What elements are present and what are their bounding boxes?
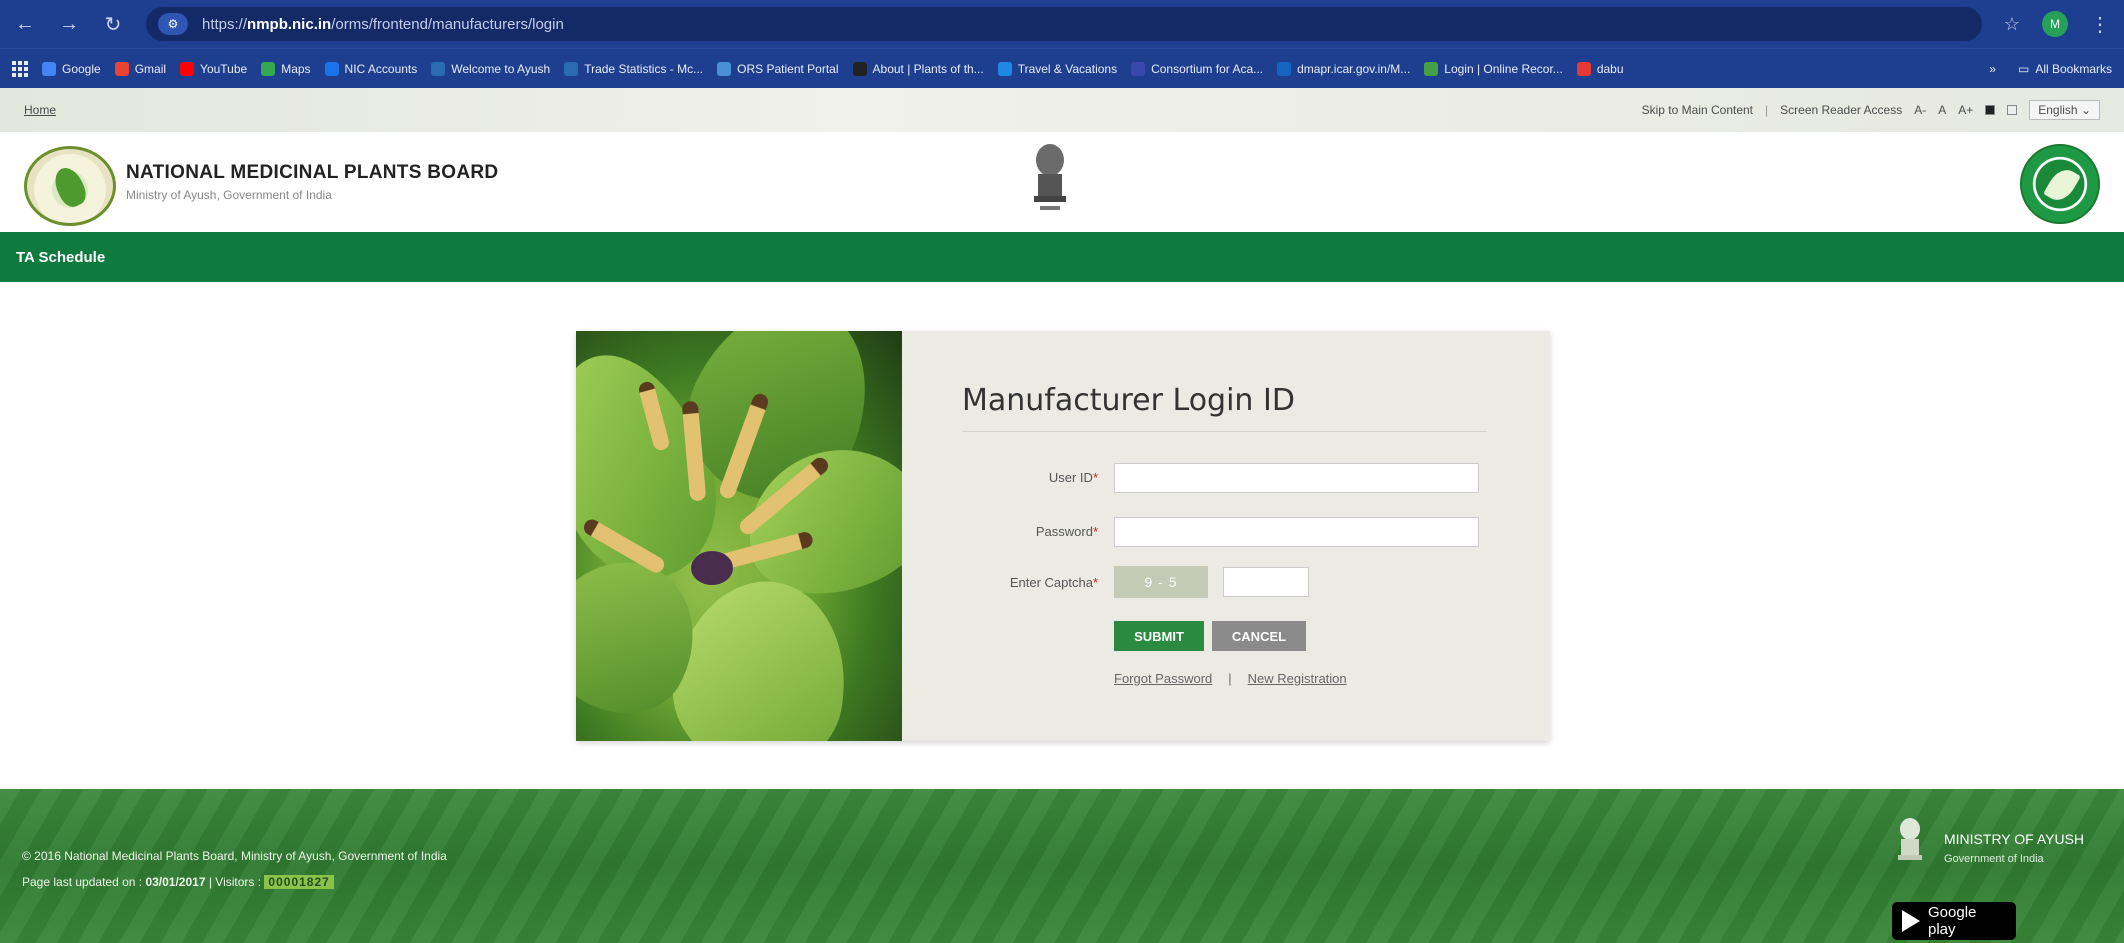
captcha-label: Enter Captcha* — [1009, 575, 1098, 590]
user-id-input[interactable] — [1114, 463, 1479, 493]
org-title: NATIONAL MEDICINAL PLANTS BOARD — [126, 162, 499, 183]
nav-ta-schedule[interactable]: TA Schedule — [16, 249, 105, 266]
browser-menu-icon[interactable]: ⋮ — [2090, 12, 2110, 37]
nic-icon — [324, 61, 339, 76]
user-id-label: User ID* — [1048, 470, 1098, 485]
screen-reader-link[interactable]: Screen Reader Access — [1780, 103, 1902, 117]
site-footer: © 2016 National Medicinal Plants Board, … — [0, 789, 2124, 943]
ayush-icon — [431, 61, 446, 76]
password-label: Password* — [1035, 524, 1098, 539]
url-text[interactable]: https://nmpb.nic.in/orms/frontend/manufa… — [202, 16, 564, 33]
bookmark-login[interactable]: Login | Online Recor... — [1424, 61, 1563, 76]
bookmark-consortium[interactable]: Consortium for Aca... — [1131, 61, 1263, 76]
apps-grid-icon[interactable] — [12, 60, 28, 77]
bookmark-plants[interactable]: About | Plants of th... — [852, 61, 984, 76]
k-icon — [852, 61, 867, 76]
skip-to-main-link[interactable]: Skip to Main Content — [1642, 103, 1753, 117]
more-bookmarks-button[interactable]: » — [1989, 62, 1996, 76]
forward-arrow-icon[interactable]: → — [58, 13, 80, 36]
forgot-password-link[interactable]: Forgot Password — [1114, 671, 1212, 686]
link-separator: | — [1228, 671, 1232, 686]
ors-icon — [717, 61, 732, 76]
login-icon — [1424, 61, 1439, 76]
ayush-logo — [2020, 144, 2100, 224]
divider: | — [1765, 103, 1769, 117]
copyright-text: © 2016 National Medicinal Plants Board, … — [22, 849, 447, 863]
bookmark-dmapr[interactable]: dmapr.icar.gov.in/M... — [1277, 61, 1410, 76]
bookmark-ors[interactable]: ORS Patient Portal — [717, 61, 839, 76]
cancel-button[interactable]: CANCEL — [1212, 621, 1306, 651]
medicinal-plant-photo — [576, 331, 902, 741]
nmpb-logo[interactable] — [24, 146, 116, 226]
last-updated-text: Page last updated on : 03/01/2017 | Visi… — [22, 875, 334, 889]
password-input[interactable] — [1114, 517, 1479, 547]
ministry-emblem-icon — [1898, 818, 1922, 860]
gmail-icon — [114, 61, 129, 76]
visitor-counter: 00001827 — [264, 875, 334, 889]
dmapr-icon — [1277, 61, 1292, 76]
captcha-input[interactable] — [1223, 567, 1309, 597]
travel-icon — [997, 61, 1012, 76]
font-normal-button[interactable]: A — [1938, 103, 1946, 117]
all-bookmarks-button[interactable]: ▭ All Bookmarks — [2018, 62, 2112, 76]
site-header: NATIONAL MEDICINAL PLANTS BOARD Ministry… — [0, 132, 2124, 232]
bookmark-google[interactable]: Google — [42, 61, 101, 76]
form-title: Manufacturer Login ID — [962, 383, 1295, 418]
bookmark-ayush[interactable]: Welcome to Ayush — [431, 61, 550, 76]
main-nav: TA Schedule — [0, 232, 2124, 282]
accessibility-strip: Home Skip to Main Content | Screen Reade… — [0, 88, 2124, 132]
language-select[interactable]: English ⌄ — [2029, 100, 2100, 120]
font-increase-button[interactable]: A+ — [1958, 103, 1973, 117]
bookmark-star-icon[interactable]: ☆ — [2004, 14, 2020, 35]
profile-avatar[interactable]: M — [2042, 11, 2068, 37]
home-link[interactable]: Home — [24, 103, 56, 117]
consortium-icon — [1131, 61, 1146, 76]
maps-icon — [261, 61, 276, 76]
bookmark-maps[interactable]: Maps — [261, 61, 311, 76]
submit-button[interactable]: SUBMIT — [1114, 621, 1204, 651]
reload-icon[interactable]: ↻ — [102, 12, 124, 37]
new-registration-link[interactable]: New Registration — [1248, 671, 1347, 686]
browser-toolbar: ← → ↻ ⚙ https://nmpb.nic.in/orms/fronten… — [0, 0, 2124, 48]
login-form: Manufacturer Login ID User ID* Password*… — [902, 331, 1550, 741]
dabu-icon — [1576, 61, 1591, 76]
title-divider — [962, 431, 1487, 432]
google-play-badge[interactable]: Google play — [1892, 902, 2016, 940]
folder-icon: ▭ — [2017, 61, 2030, 76]
font-decrease-button[interactable]: A- — [1914, 103, 1926, 117]
login-links: Forgot Password | New Registration — [1114, 671, 1347, 686]
site-info-icon[interactable]: ⚙ — [158, 13, 188, 35]
bookmark-nic-accounts[interactable]: NIC Accounts — [324, 61, 417, 76]
bookmark-travel[interactable]: Travel & Vacations — [997, 61, 1117, 76]
login-panel: Manufacturer Login ID User ID* Password*… — [576, 331, 1550, 741]
youtube-icon — [180, 61, 195, 76]
trade-icon — [564, 61, 579, 76]
google-play-icon — [1902, 910, 1920, 932]
captcha-image: 9 - 5 — [1114, 566, 1208, 598]
light-contrast-button[interactable] — [2007, 105, 2018, 115]
bookmarks-bar: Google Gmail YouTube Maps NIC Accounts W… — [0, 48, 2124, 88]
ministry-title: MINISTRY OF AYUSH — [1944, 831, 2085, 847]
bookmark-dabu[interactable]: dabu — [1576, 61, 1624, 76]
address-bar[interactable]: ⚙ https://nmpb.nic.in/orms/frontend/manu… — [146, 7, 1982, 41]
back-arrow-icon[interactable]: ← — [14, 13, 36, 36]
dark-contrast-button[interactable] — [1985, 105, 1996, 115]
bookmark-trade-statistics[interactable]: Trade Statistics - Mc... — [564, 61, 703, 76]
org-subtitle: Ministry of Ayush, Government of India — [126, 188, 332, 202]
ministry-subtitle: Government of India — [1944, 853, 2044, 865]
national-emblem-icon — [1034, 144, 1066, 210]
bookmark-youtube[interactable]: YouTube — [180, 61, 247, 76]
bookmark-gmail[interactable]: Gmail — [114, 61, 166, 76]
google-icon — [42, 61, 56, 76]
